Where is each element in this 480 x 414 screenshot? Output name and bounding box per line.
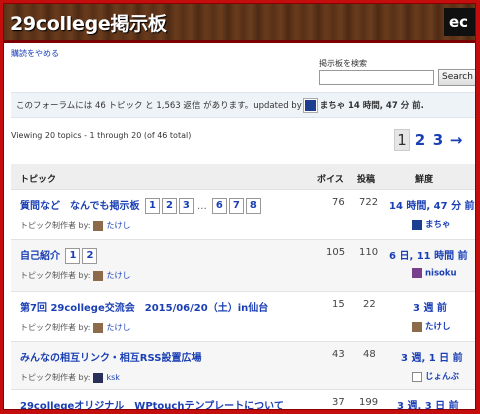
forum-info-user[interactable]: まちゃ [320, 101, 346, 111]
page-current: 1 [394, 129, 410, 151]
page-ellipsis: … [196, 200, 207, 212]
table-header: トピック ボイス 投稿 鮮度 [11, 164, 475, 189]
topic-meta: トピック制作者 by: たけし [20, 220, 130, 231]
topic-page-link[interactable]: 7 [228, 198, 244, 214]
starter-link[interactable]: たけし [106, 221, 130, 230]
page-frame: 29college掲示板 ec 購読をやめる 掲示板を検索 Search このフ… [3, 3, 476, 410]
voice-count: 105 [326, 247, 346, 258]
avatar[interactable] [412, 321, 422, 332]
avatar[interactable] [303, 99, 317, 112]
last-poster: まちゃ [409, 218, 451, 230]
table-row: 質問など なんでも掲示板 1 2 3… 6 7 8 トピック制作者 by: たけし 76 7… [11, 189, 475, 240]
last-poster: たけし [409, 320, 451, 332]
topic-link[interactable]: 質問など なんでも掲示板 [20, 201, 140, 212]
search-input[interactable] [319, 70, 434, 85]
post-count: 48 [363, 349, 376, 360]
topic-meta: トピック制作者 by: たけし [20, 270, 130, 281]
unsubscribe-link[interactable]: 購読をやめる [11, 48, 59, 59]
forum-info-text: このフォーラムには 46 トピック と 1,563 返信 があります。updat… [16, 101, 302, 111]
last-poster-link[interactable]: じょんぶ [425, 372, 459, 382]
topic-meta: トピック制作者 by: たけし [20, 322, 130, 333]
topic-link[interactable]: 自己紹介 [20, 251, 60, 262]
table-row: 第7回 29college交流会 2015/06/20（土）in仙台 トピック制… [11, 291, 475, 342]
last-poster-link[interactable]: まちゃ [425, 220, 451, 230]
topic-page-link[interactable]: 6 [211, 198, 227, 214]
post-count: 22 [363, 299, 376, 310]
topic-link[interactable]: 29collegeオリジナル WPtouchテンプレートについて [20, 397, 284, 409]
topic-page-link[interactable]: 8 [245, 198, 261, 214]
avatar[interactable] [93, 372, 104, 383]
starter-link[interactable]: ksk [106, 373, 119, 382]
topic-page-link[interactable]: 2 [161, 198, 177, 214]
starter-label: トピック制作者 by: [20, 271, 91, 280]
freshness-link[interactable]: 3 週, 1 日 前 [401, 349, 463, 364]
starter-label: トピック制作者 by: [20, 221, 91, 230]
starter-link[interactable]: たけし [106, 271, 130, 280]
avatar[interactable] [93, 322, 104, 333]
topic-link[interactable]: みんなの相互リンク・相互RSS設置広場 [20, 349, 201, 364]
last-poster-link[interactable]: たけし [425, 322, 451, 332]
table-row: 29collegeオリジナル WPtouchテンプレートについて 37 199 … [11, 389, 475, 409]
freshness-link[interactable]: 6 日, 11 時間 前 [389, 247, 468, 262]
avatar[interactable] [412, 371, 422, 382]
voice-count: 43 [332, 349, 345, 360]
col-topic: トピック [20, 175, 57, 185]
freshness-link[interactable]: 3 週, 3 日 前 [397, 397, 459, 409]
voice-count: 15 [332, 299, 345, 310]
topic-title-row: 自己紹介 12 [20, 247, 98, 264]
next-page-link[interactable]: → [448, 129, 464, 151]
freshness-link[interactable]: 14 時間, 47 分 前 [389, 197, 475, 212]
page-link[interactable]: 2 [412, 129, 428, 151]
pagination: 1 2 3 → [394, 129, 466, 151]
topic-page-link[interactable]: 1 [65, 248, 81, 264]
starter-label: トピック制作者 by: [20, 373, 91, 382]
topic-meta: トピック制作者 by: ksk [20, 372, 120, 383]
table-row: 自己紹介 12 トピック制作者 by: たけし 105 110 6 日, 11 時… [11, 239, 475, 292]
last-poster-link[interactable]: nisoku [425, 269, 457, 279]
post-count: 110 [359, 247, 379, 258]
site-title[interactable]: 29college掲示板 [10, 9, 167, 36]
starter-label: トピック制作者 by: [20, 323, 91, 332]
starter-link[interactable]: たけし [106, 323, 130, 332]
avatar[interactable] [93, 220, 104, 231]
topic-link[interactable]: 第7回 29college交流会 2015/06/20（土）in仙台 [20, 299, 268, 314]
topic-page-link[interactable]: 3 [178, 198, 194, 214]
col-freshness: 鮮度 [415, 175, 434, 185]
avatar[interactable] [412, 268, 422, 278]
freshness-link[interactable]: 3 週 前 [413, 299, 447, 314]
search-label: 掲示板を検索 [319, 59, 367, 68]
forum-info-time[interactable]: 14 時間, 47 分 前. [348, 101, 424, 111]
table-row: みんなの相互リンク・相互RSS設置広場 トピック制作者 by: ksk 43 48… [11, 341, 475, 390]
post-count: 722 [359, 197, 379, 208]
topic-title-row: 質問など なんでも掲示板 1 2 3… 6 7 8 [20, 197, 261, 214]
voice-count: 76 [332, 197, 345, 208]
last-poster: じょんぶ [409, 370, 459, 382]
post-count: 199 [359, 397, 379, 408]
header-logo[interactable]: ec [444, 8, 475, 36]
viewing-count: Viewing 20 topics - 1 through 20 (of 46 … [11, 131, 192, 140]
col-voices: ボイス [317, 175, 344, 185]
col-posts: 投稿 [357, 175, 376, 185]
site-header: 29college掲示板 ec [4, 4, 475, 43]
topic-page-link[interactable]: 1 [144, 198, 160, 214]
search-button[interactable]: Search [438, 69, 475, 86]
topic-page-link[interactable]: 2 [82, 248, 98, 264]
forum-info-box: このフォーラムには 46 トピック と 1,563 返信 があります。updat… [11, 92, 475, 118]
avatar[interactable] [93, 270, 104, 281]
last-poster: nisoku [409, 268, 457, 279]
avatar[interactable] [412, 219, 422, 230]
voice-count: 37 [332, 397, 345, 408]
page-link[interactable]: 3 [430, 129, 446, 151]
